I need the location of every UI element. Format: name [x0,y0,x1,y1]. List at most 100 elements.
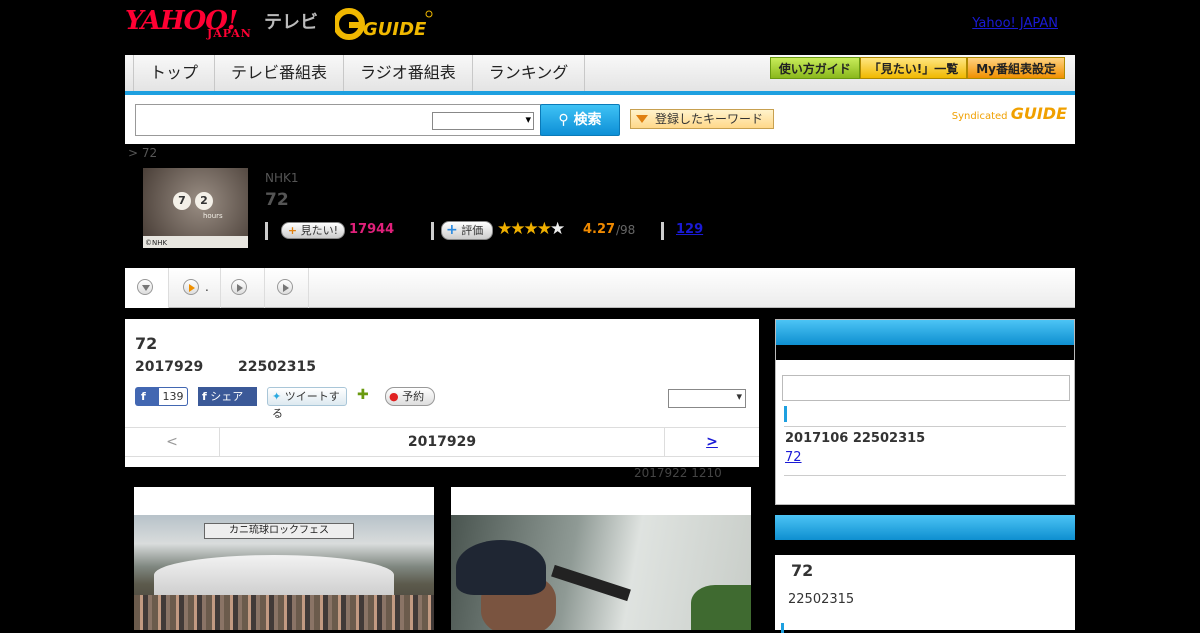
facebook-icon: f [202,390,207,403]
twitter-bird-icon: ✦ [272,390,282,403]
thumbnail-hours-text: hours [203,212,223,220]
site-header: YAHOO! JAPAN テレビ GUIDE Yahoo! JAPAN [125,0,1075,55]
search-button[interactable]: ⚲ 検索 [540,104,620,136]
facebook-icon: f [141,390,146,403]
broadcast-time: 22502315 [238,359,316,375]
my-listings-settings-button[interactable]: My番組表設定 [967,57,1065,79]
broadcast-info-card: 72 2017929 22502315 f 139 f シェア ✦ ツイートする… [125,319,759,467]
search-category-select[interactable] [432,112,534,130]
pager-prev-button[interactable]: < [125,428,220,456]
program-thumbnail: 7 2 hours ©NHK [143,168,248,248]
section-marker [781,623,784,633]
rate-button[interactable]: + 評価 [441,221,493,240]
star-icon: ★ [523,219,539,239]
thumbnail-number-2: 2 [195,192,213,210]
nav-tab-top[interactable]: トップ [133,55,214,91]
star-icon: ★ [497,219,512,239]
program-subtabs: . [125,268,1075,308]
nav-tab-tv-listings[interactable]: テレビ番組表 [214,55,343,91]
main-nav: トップ テレビ番組表 ラジオ番組表 ランキング 使い方ガイド 「見たい!」一覧 … [125,55,1075,95]
pager-next-button[interactable]: > [664,428,759,456]
channel-name: NHK1 [265,171,299,185]
search-icon: ⚲ [558,112,569,128]
reserve-recording-button[interactable]: ● 予約 [385,387,435,406]
rating-value: 4.27 [583,222,616,237]
registered-keywords-button[interactable]: 登録したキーワード [630,109,774,129]
sidebar-box-program: 72 22502315 [775,515,1075,633]
subtab-4[interactable] [265,268,309,308]
syndicated-gguide-badge: Syndicated GUIDE [952,104,1067,123]
rating-stars: ★★★★★ [497,219,565,239]
want-to-watch-button[interactable]: + 見たい! [281,222,345,239]
last-updated: 2017922 1210 [634,466,722,480]
reserve-label: 予約 [402,390,425,403]
nav-tab-ranking[interactable]: ランキング [471,55,586,91]
gguide-logo-text: GUIDE [363,19,427,40]
program-title: 72 [265,190,289,210]
program-photo-2[interactable] [451,487,751,630]
usage-guide-button[interactable]: 使い方ガイド [769,57,860,79]
comments-count-link[interactable]: 129 [676,222,703,237]
sidebar-box-upcoming: 2017106 22502315 72 [775,319,1075,505]
want-to-watch-label: 見たい! [300,224,339,237]
festival-banner: カニ琉球ロックフェス [204,523,354,539]
sidebar-program-time: 22502315 [788,592,855,607]
sidebar-box-header [776,320,1074,345]
thumbnail-number-7: 7 [173,192,191,210]
yahoo-japan-link[interactable]: Yahoo! JAPAN [972,16,1058,31]
facebook-share-label: シェア [210,390,244,403]
star-icon: ★ [536,219,552,239]
search-bar: ⚲ 検索 登録したキーワード Syndicated GUIDE [125,95,1075,144]
broadcast-title: 72 [135,334,158,353]
search-button-label: 検索 [573,112,602,128]
facebook-like-button[interactable]: f 139 [135,387,188,406]
facebook-share-button[interactable]: f シェア [198,387,257,406]
broadcast-date: 2017929 [135,359,204,375]
date-pager: < 2017929 > [125,427,759,457]
subtab-1[interactable] [125,268,169,308]
plus-icon: + [287,224,298,237]
chevron-down-icon [137,279,153,295]
breadcrumb: > 72 [128,146,158,160]
divider [661,222,664,240]
gguide-logo[interactable]: GUIDE [335,6,435,42]
divider [431,222,434,240]
next-broadcast-link[interactable]: 72 [785,450,802,465]
nav-tab-radio-listings[interactable]: ラジオ番組表 [343,55,472,91]
next-broadcast-date: 2017106 22502315 [785,431,926,446]
play-icon [231,279,247,295]
tv-logo-text[interactable]: テレビ [264,8,318,34]
section-marker [784,406,787,422]
yahoo-japan-logo-text: JAPAN [207,27,252,40]
sidebar-box-header [775,515,1075,540]
subtab-2[interactable]: . [169,268,221,308]
subtab-2-label: . [205,280,209,294]
thumbnail-credit: ©NHK [145,239,168,247]
divider [784,475,1066,476]
program-photo-1[interactable]: カニ琉球ロックフェス [134,487,434,630]
star-empty-icon: ★ [550,219,565,239]
facebook-like-count: 139 [158,387,188,406]
sidebar-input[interactable] [782,375,1070,401]
divider [265,222,268,240]
subtab-3[interactable] [221,268,265,308]
want-to-watch-count: 17944 [349,222,395,237]
want-to-watch-list-button[interactable]: 「見たい!」一覧 [859,57,968,79]
tweet-button[interactable]: ✦ ツイートする [267,387,347,420]
pager-current-date: 2017929 [407,434,477,450]
sidebar-program-title: 72 [791,561,814,580]
share-row: f 139 f シェア ✦ ツイートする ✚ ● 予約 [135,387,735,420]
play-icon [183,279,199,295]
registered-keywords-label: 登録したキーワード [655,112,764,126]
add-bookmark-icon[interactable]: ✚ [357,387,375,405]
record-dot-icon: ● [389,390,399,403]
play-icon [277,279,293,295]
syndicated-label: Syndicated [951,111,1008,122]
plus-icon: + [446,222,458,238]
program-stats: + 見たい! 17944 + 評価 ★★★★★ 4.27 /98 129 [265,219,765,242]
divider [784,426,1066,427]
syndicated-logo-text: GUIDE [1010,104,1067,123]
chevron-down-icon [636,115,648,123]
tweet-label: ツイートする [272,390,340,420]
broadcast-select[interactable] [668,389,746,408]
